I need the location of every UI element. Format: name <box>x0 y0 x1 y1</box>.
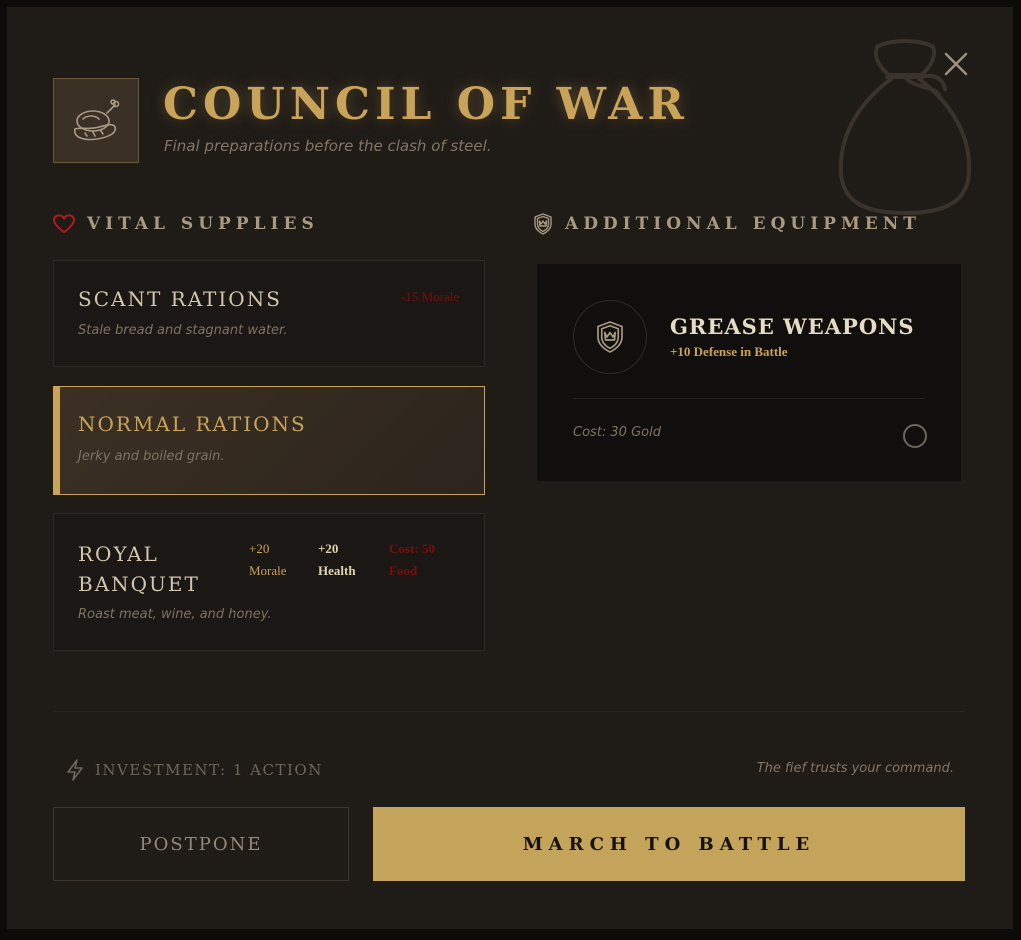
supplies-heading-label: VITAL SUPPLIES <box>87 214 319 234</box>
supply-option-tag: +20 Health <box>318 541 356 578</box>
supply-option-desc: Roast meat, wine, and honey. <box>78 607 272 622</box>
equipment-icon-frame <box>573 300 647 374</box>
supply-option-tag: +20 Morale <box>249 541 287 578</box>
page-subtitle: Final preparations before the clash of s… <box>164 137 492 155</box>
equipment-effect: +10 Defense in Battle <box>670 344 788 359</box>
equipment-cost: Cost: 30 Gold <box>573 425 661 440</box>
shield-crown-icon <box>534 213 552 235</box>
supply-option-royal-banquet[interactable]: ROYAL BANQUET +20 Morale +20 Health Cost… <box>53 513 485 651</box>
supply-option-tag: -15 Morale <box>401 289 460 304</box>
supplies-heading: VITAL SUPPLIES <box>53 211 319 237</box>
supply-option-desc: Jerky and boiled grain. <box>78 449 225 464</box>
supply-option-title: SCANT RATIONS <box>78 287 282 311</box>
equipment-title: GREASE WEAPONS <box>670 314 915 339</box>
postpone-button[interactable]: POSTPONE <box>53 807 349 881</box>
supply-option-desc: Stale bread and stagnant water. <box>78 323 288 338</box>
council-modal: COUNCIL OF WAR Final preparations before… <box>7 7 1013 929</box>
close-button[interactable] <box>941 49 971 79</box>
investment-label: INVESTMENT: 1 ACTION <box>95 761 323 779</box>
supply-option-tag: Cost: 50 Food <box>389 541 435 578</box>
lightning-icon <box>67 759 83 781</box>
shield-crown-icon <box>597 321 623 353</box>
equipment-select-radio[interactable] <box>903 424 927 448</box>
close-icon <box>944 52 968 76</box>
supply-option-scant-rations[interactable]: SCANT RATIONS -15 Morale Stale bread and… <box>53 260 485 367</box>
page-title: COUNCIL OF WAR <box>163 79 689 130</box>
flavor-text: The fief trusts your command. <box>756 761 954 776</box>
supply-option-title: ROYAL BANQUET <box>78 542 200 596</box>
divider <box>573 398 925 399</box>
meat-and-bread-icon <box>53 78 139 163</box>
equipment-heading-label: ADDITIONAL EQUIPMENT <box>565 214 921 234</box>
supply-option-title: NORMAL RATIONS <box>78 412 307 436</box>
divider <box>53 711 965 712</box>
equipment-card-grease-weapons[interactable]: GREASE WEAPONS +10 Defense in Battle Cos… <box>536 263 962 482</box>
equipment-heading: ADDITIONAL EQUIPMENT <box>533 211 921 237</box>
investment-info: INVESTMENT: 1 ACTION <box>65 759 323 781</box>
heart-icon <box>53 214 75 234</box>
supply-option-normal-rations[interactable]: NORMAL RATIONS Jerky and boiled grain. <box>53 386 485 495</box>
march-to-battle-button[interactable]: MARCH TO BATTLE <box>373 807 965 881</box>
